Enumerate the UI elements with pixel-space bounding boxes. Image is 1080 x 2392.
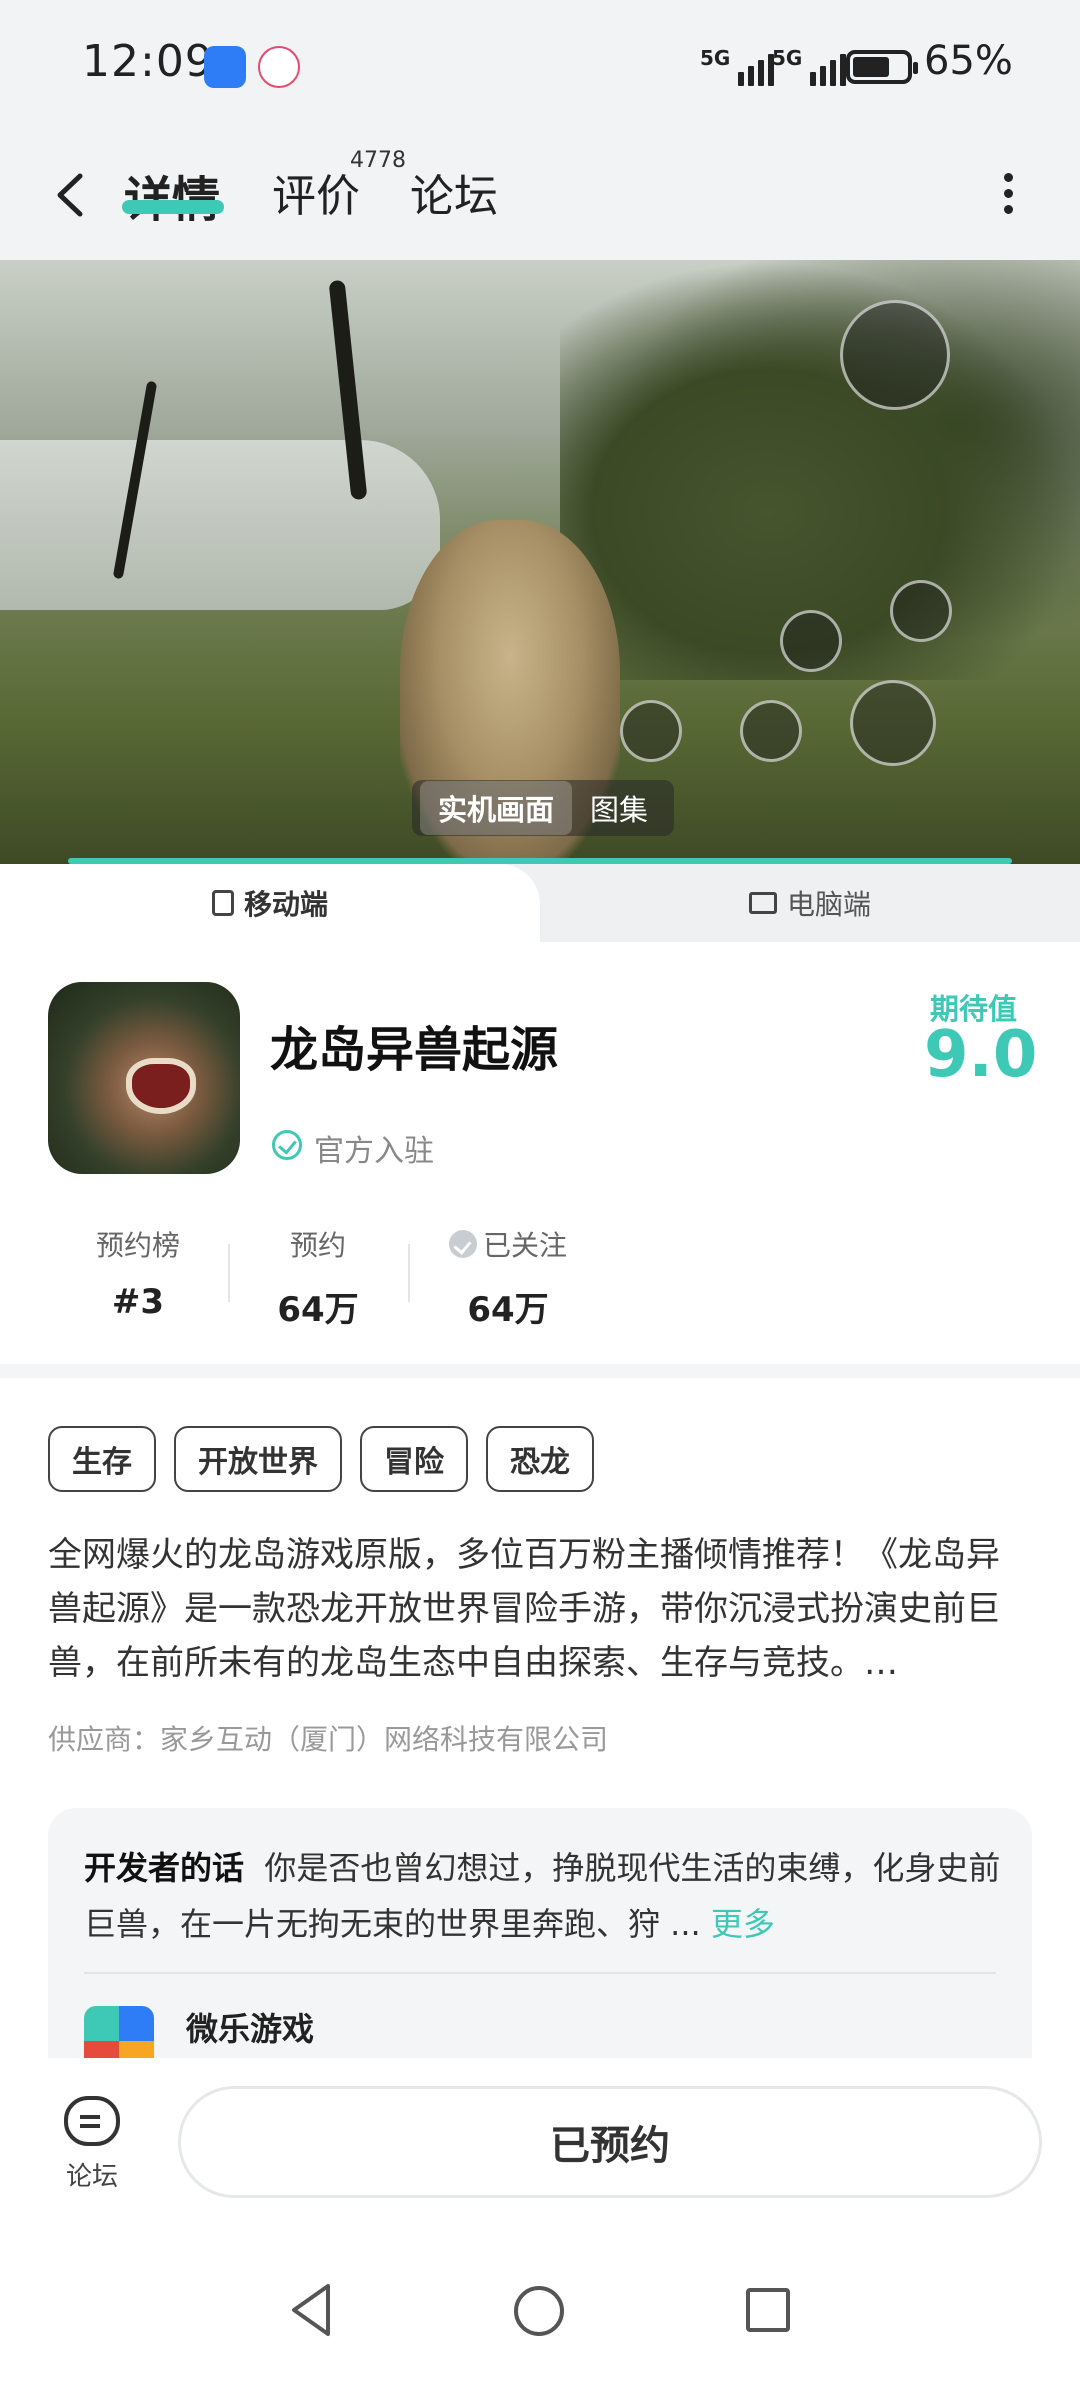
tag-dinosaur[interactable]: 恐龙 bbox=[486, 1426, 594, 1492]
platform-mobile-label: 移动端 bbox=[243, 888, 328, 921]
forum-button[interactable]: 论坛 bbox=[50, 2096, 134, 2193]
tab-forum[interactable]: 论坛 bbox=[410, 160, 498, 224]
stat-reservation-rank[interactable]: 预约榜 #3 bbox=[48, 1224, 228, 1331]
forum-button-label: 论坛 bbox=[65, 2162, 118, 2192]
tag-adventure[interactable]: 冒险 bbox=[360, 1426, 468, 1492]
section-divider bbox=[0, 1364, 1080, 1378]
stat-reservations: 预约 64万 bbox=[228, 1224, 408, 1331]
review-count: 4778 bbox=[350, 148, 406, 173]
tag-open-world[interactable]: 开放世界 bbox=[174, 1426, 342, 1492]
expectation-score: 9.0 bbox=[924, 1018, 1038, 1092]
hero-tab-gameplay[interactable]: 实机画面 bbox=[420, 781, 573, 835]
stat-label: 预约 bbox=[289, 1229, 346, 1262]
hero-media-carousel[interactable]: 实机画面 图集 bbox=[0, 260, 1080, 864]
phone-icon bbox=[211, 890, 234, 916]
bottom-action-bar: 论坛 已预约 bbox=[0, 2058, 1080, 2248]
back-arrow-icon[interactable] bbox=[50, 170, 90, 220]
game-minimap-icon bbox=[840, 300, 950, 410]
game-skill-icon bbox=[620, 700, 682, 762]
developer-divider bbox=[84, 1972, 996, 1974]
hero-media-tabs: 实机画面 图集 bbox=[412, 780, 675, 836]
game-skill-icon bbox=[740, 700, 802, 762]
game-tags: 生存 开放世界 冒险 恐龙 bbox=[48, 1426, 594, 1492]
developer-more-link[interactable]: 更多 bbox=[711, 1905, 775, 1943]
stat-value: 64万 bbox=[277, 1290, 359, 1330]
system-nav-bar bbox=[0, 2248, 1080, 2392]
platform-tab-pc[interactable]: 电脑端 bbox=[540, 864, 1080, 942]
developer-name[interactable]: 微乐游戏 bbox=[186, 2004, 314, 2050]
battery-icon bbox=[846, 50, 918, 84]
system-home-icon[interactable] bbox=[514, 2286, 564, 2336]
stat-value: 64万 bbox=[467, 1290, 549, 1330]
developer-message: 开发者的话 你是否也曾幻想过，挣脱现代生活的束缚，化身史前巨兽，在一片无拘无束的… bbox=[84, 1840, 1004, 1952]
stat-followed[interactable]: 已关注 64万 bbox=[408, 1224, 608, 1331]
tab-detail[interactable]: 详情 bbox=[124, 160, 220, 230]
signal-icon: 5G bbox=[700, 46, 775, 86]
system-back-icon[interactable] bbox=[286, 2280, 336, 2340]
tag-survival[interactable]: 生存 bbox=[48, 1426, 156, 1492]
reserved-button[interactable]: 已预约 bbox=[178, 2086, 1042, 2198]
signal-icon: 5G bbox=[772, 46, 847, 86]
scene-water bbox=[0, 440, 440, 610]
platform-switcher: 移动端 电脑端 bbox=[0, 864, 1080, 942]
forum-chat-icon bbox=[64, 2096, 120, 2146]
game-skill-icon bbox=[780, 610, 842, 672]
status-bar: 12:09 5G 5G 65% bbox=[0, 0, 1080, 130]
verified-label: 官方入驻 bbox=[314, 1134, 434, 1169]
developer-logo bbox=[84, 2006, 154, 2058]
game-title: 龙岛异兽起源 bbox=[270, 1022, 559, 1078]
developer-message-title: 开发者的话 bbox=[84, 1849, 245, 1887]
supplier-info: 供应商：家乡互动（厦门）网络科技有限公司 bbox=[48, 1723, 609, 1756]
more-options-icon[interactable] bbox=[996, 166, 1020, 226]
active-tab-indicator bbox=[122, 200, 224, 214]
platform-pc-label: 电脑端 bbox=[786, 888, 871, 921]
stat-label: 预约榜 bbox=[95, 1229, 180, 1262]
verified-check-icon bbox=[272, 1130, 302, 1160]
app-notification-icon bbox=[258, 46, 300, 88]
tab-review[interactable]: 评价 bbox=[272, 160, 360, 224]
status-time: 12:09 bbox=[82, 36, 214, 87]
stat-value: #3 bbox=[111, 1282, 165, 1322]
platform-tab-mobile[interactable]: 移动端 bbox=[0, 864, 540, 942]
developer-card: 开发者的话 你是否也曾幻想过，挣脱现代生活的束缚，化身史前巨兽，在一片无拘无束的… bbox=[48, 1808, 1032, 2058]
monitor-icon bbox=[748, 892, 777, 914]
followed-check-icon bbox=[448, 1230, 477, 1258]
game-app-icon bbox=[48, 982, 240, 1174]
top-nav: 详情 评价 4778 论坛 bbox=[0, 130, 1080, 260]
game-stats: 预约榜 #3 预约 64万 已关注 64万 bbox=[48, 1224, 608, 1331]
stat-label: 已关注 bbox=[482, 1229, 567, 1262]
hero-tab-gallery[interactable]: 图集 bbox=[572, 781, 666, 835]
battery-percent: 65% bbox=[924, 38, 1013, 84]
game-skill-icon bbox=[890, 580, 952, 642]
game-attack-icon bbox=[850, 680, 936, 766]
app-notification-icon bbox=[204, 46, 246, 88]
game-description[interactable]: 全网爆火的龙岛游戏原版，多位百万粉主播倾情推荐！《龙岛异兽起源》是一款恐龙开放世… bbox=[48, 1528, 1032, 1690]
system-recents-icon[interactable] bbox=[746, 2288, 790, 2332]
